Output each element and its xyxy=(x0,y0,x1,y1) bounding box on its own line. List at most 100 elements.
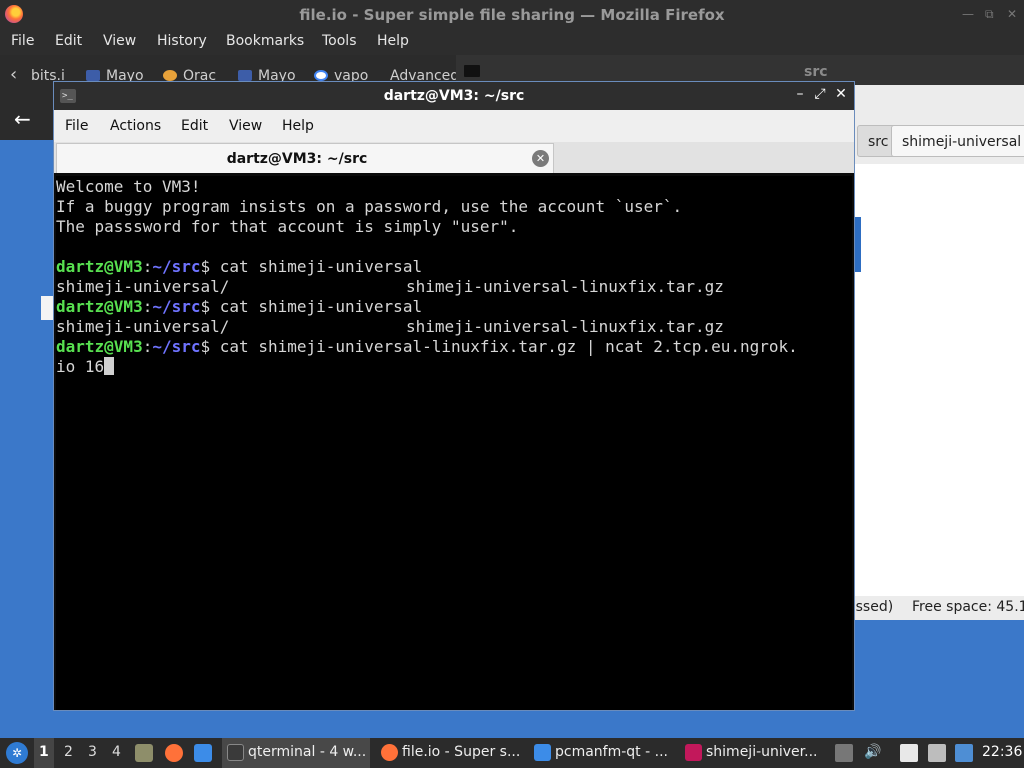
workspace-2[interactable]: 2 xyxy=(64,744,73,760)
google-icon xyxy=(314,70,328,81)
bookmark-favicon-icon xyxy=(163,70,177,81)
workspace-4[interactable]: 4 xyxy=(112,744,121,760)
workspace-3[interactable]: 3 xyxy=(88,744,97,760)
completion-line: shimeji-universal/shimeji-universal-linu… xyxy=(56,277,852,297)
clock[interactable]: 22:36 xyxy=(982,744,1022,760)
terminal-icon xyxy=(227,744,244,761)
completion-item: shimeji-universal/ xyxy=(56,317,230,336)
minimize-button[interactable]: – xyxy=(792,86,808,104)
firefox-icon xyxy=(381,744,398,761)
command-text: cat shimeji-universal xyxy=(210,297,423,316)
prompt-user: dartz@VM3 xyxy=(56,257,143,276)
filemanager-title: src xyxy=(804,64,828,80)
completion-item: shimeji-universal-linuxfix.tar.gz xyxy=(406,277,724,296)
terminal-input-line: io 16 xyxy=(56,357,852,377)
terminal-tabbar: dartz@VM3: ~/src ✕ xyxy=(54,142,854,173)
terminal-menubar: File Actions Edit View Help xyxy=(54,110,854,142)
menu-history[interactable]: History xyxy=(157,33,207,49)
filemanager-file-view[interactable] xyxy=(855,164,1024,596)
menu-edit[interactable]: Edit xyxy=(55,33,82,49)
prompt-colon: : xyxy=(142,337,153,356)
prompt-dollar: $ xyxy=(200,257,211,276)
prompt-path: ~/src xyxy=(152,337,201,356)
prompt-colon: : xyxy=(142,257,153,276)
file-manager-launcher-icon[interactable] xyxy=(135,744,153,762)
close-tab-icon[interactable]: ✕ xyxy=(532,150,549,167)
menu-help[interactable]: Help xyxy=(282,118,314,134)
menu-file[interactable]: File xyxy=(11,33,34,49)
terminal-prompt-line: dartz@VM3:~/src$ cat shimeji-universal-l… xyxy=(56,337,852,357)
terminal-output[interactable]: Welcome to VM3! If a buggy program insist… xyxy=(56,176,852,710)
completion-item: shimeji-universal/ xyxy=(56,277,230,296)
taskbar-task-pcmanfm[interactable]: pcmanfm-qt - ... xyxy=(529,738,673,768)
java-app-icon xyxy=(685,744,702,761)
completion-item: shimeji-universal-linuxfix.tar.gz xyxy=(406,317,724,336)
menu-actions[interactable]: Actions xyxy=(110,118,161,134)
workspace-1[interactable]: 1 xyxy=(34,738,54,768)
taskbar: ✲ 1 2 3 4 qterminal - 4 w... file.io - S… xyxy=(0,738,1024,768)
prompt-user: dartz@VM3 xyxy=(56,297,143,316)
path-button-shimeji-universal[interactable]: shimeji-universal xyxy=(891,125,1024,157)
tray-scroll-icon[interactable] xyxy=(835,744,853,762)
terminal-titlebar[interactable]: >_ dartz@VM3: ~/src – ⤢ ✕ xyxy=(54,82,854,110)
maximize-button[interactable]: ⤢ xyxy=(812,86,828,104)
taskbar-task-shimeji[interactable]: shimeji-univer... xyxy=(680,738,826,768)
terminal-line: Welcome to VM3! xyxy=(56,177,201,196)
terminal-prompt-line: dartz@VM3:~/src$ cat shimeji-universal xyxy=(56,257,852,277)
firefox-menubar: File Edit View History Bookmarks Tools H… xyxy=(0,29,1024,55)
menu-tools[interactable]: Tools xyxy=(322,33,357,49)
terminal-window-title: dartz@VM3: ~/src xyxy=(383,88,525,104)
prompt-dollar: $ xyxy=(200,337,211,356)
selection-highlight xyxy=(855,217,861,272)
menu-help[interactable]: Help xyxy=(377,33,409,49)
firefox-window-title: file.io - Super simple file sharing — Mo… xyxy=(299,6,725,24)
menu-view[interactable]: View xyxy=(229,118,262,134)
filemanager-pathbar: src shimeji-universal xyxy=(855,120,1024,164)
prompt-colon: : xyxy=(142,297,153,316)
network-icon[interactable] xyxy=(955,744,973,762)
menu-bookmarks[interactable]: Bookmarks xyxy=(226,33,304,49)
folder-icon xyxy=(464,65,480,77)
terminal-prompt-line: dartz@VM3:~/src$ cat shimeji-universal xyxy=(56,297,852,317)
minimize-button[interactable]: — xyxy=(962,7,974,21)
printer-icon[interactable] xyxy=(928,744,946,762)
status-selection-text: essed) xyxy=(855,599,894,615)
folder-icon xyxy=(534,744,551,761)
terminal-window: >_ dartz@VM3: ~/src – ⤢ ✕ File Actions E… xyxy=(53,81,855,711)
terminal-tab-title: dartz@VM3: ~/src xyxy=(226,151,368,167)
terminal-tab[interactable]: dartz@VM3: ~/src ✕ xyxy=(56,143,554,173)
chevron-left-icon[interactable]: ‹ xyxy=(10,64,17,85)
command-text: cat shimeji-universal xyxy=(210,257,423,276)
bookmark-favicon-icon xyxy=(86,70,100,81)
back-arrow-icon[interactable]: ← xyxy=(14,107,31,131)
command-continuation: io 16 xyxy=(56,357,105,376)
filemanager-toolbar xyxy=(855,85,1024,125)
taskbar-task-firefox[interactable]: file.io - Super s... xyxy=(376,738,522,768)
prompt-user: dartz@VM3 xyxy=(56,337,143,356)
completion-line: shimeji-universal/shimeji-universal-linu… xyxy=(56,317,852,337)
show-desktop-icon[interactable] xyxy=(194,744,212,762)
close-button[interactable]: ✕ xyxy=(1007,7,1017,21)
close-button[interactable]: ✕ xyxy=(833,86,849,104)
menu-file[interactable]: File xyxy=(65,118,88,134)
firefox-navbar: ← xyxy=(0,100,55,140)
maximize-button[interactable]: ⧉ xyxy=(985,7,994,22)
firefox-launcher-icon[interactable] xyxy=(165,744,183,762)
firefox-titlebar: file.io - Super simple file sharing — Mo… xyxy=(0,0,1024,29)
prompt-path: ~/src xyxy=(152,297,201,316)
text-cursor xyxy=(104,357,115,375)
terminal-line: If a buggy program insists on a password… xyxy=(56,197,683,216)
menu-edit[interactable]: Edit xyxy=(181,118,208,134)
taskbar-task-qterminal[interactable]: qterminal - 4 w... xyxy=(222,738,370,768)
terminal-line: The passsword for that account is simply… xyxy=(56,217,519,236)
prompt-dollar: $ xyxy=(200,297,211,316)
bookmark-favicon-icon xyxy=(238,70,252,81)
filemanager-statusbar: essed) Free space: 45.1 xyxy=(855,596,1024,620)
prompt-path: ~/src xyxy=(152,257,201,276)
status-free-space: Free space: 45.1 xyxy=(912,599,1024,615)
start-menu-icon[interactable]: ✲ xyxy=(6,742,28,764)
clipboard-icon[interactable] xyxy=(900,744,918,762)
volume-icon[interactable]: 🔊 xyxy=(864,744,882,762)
menu-view[interactable]: View xyxy=(103,33,136,49)
